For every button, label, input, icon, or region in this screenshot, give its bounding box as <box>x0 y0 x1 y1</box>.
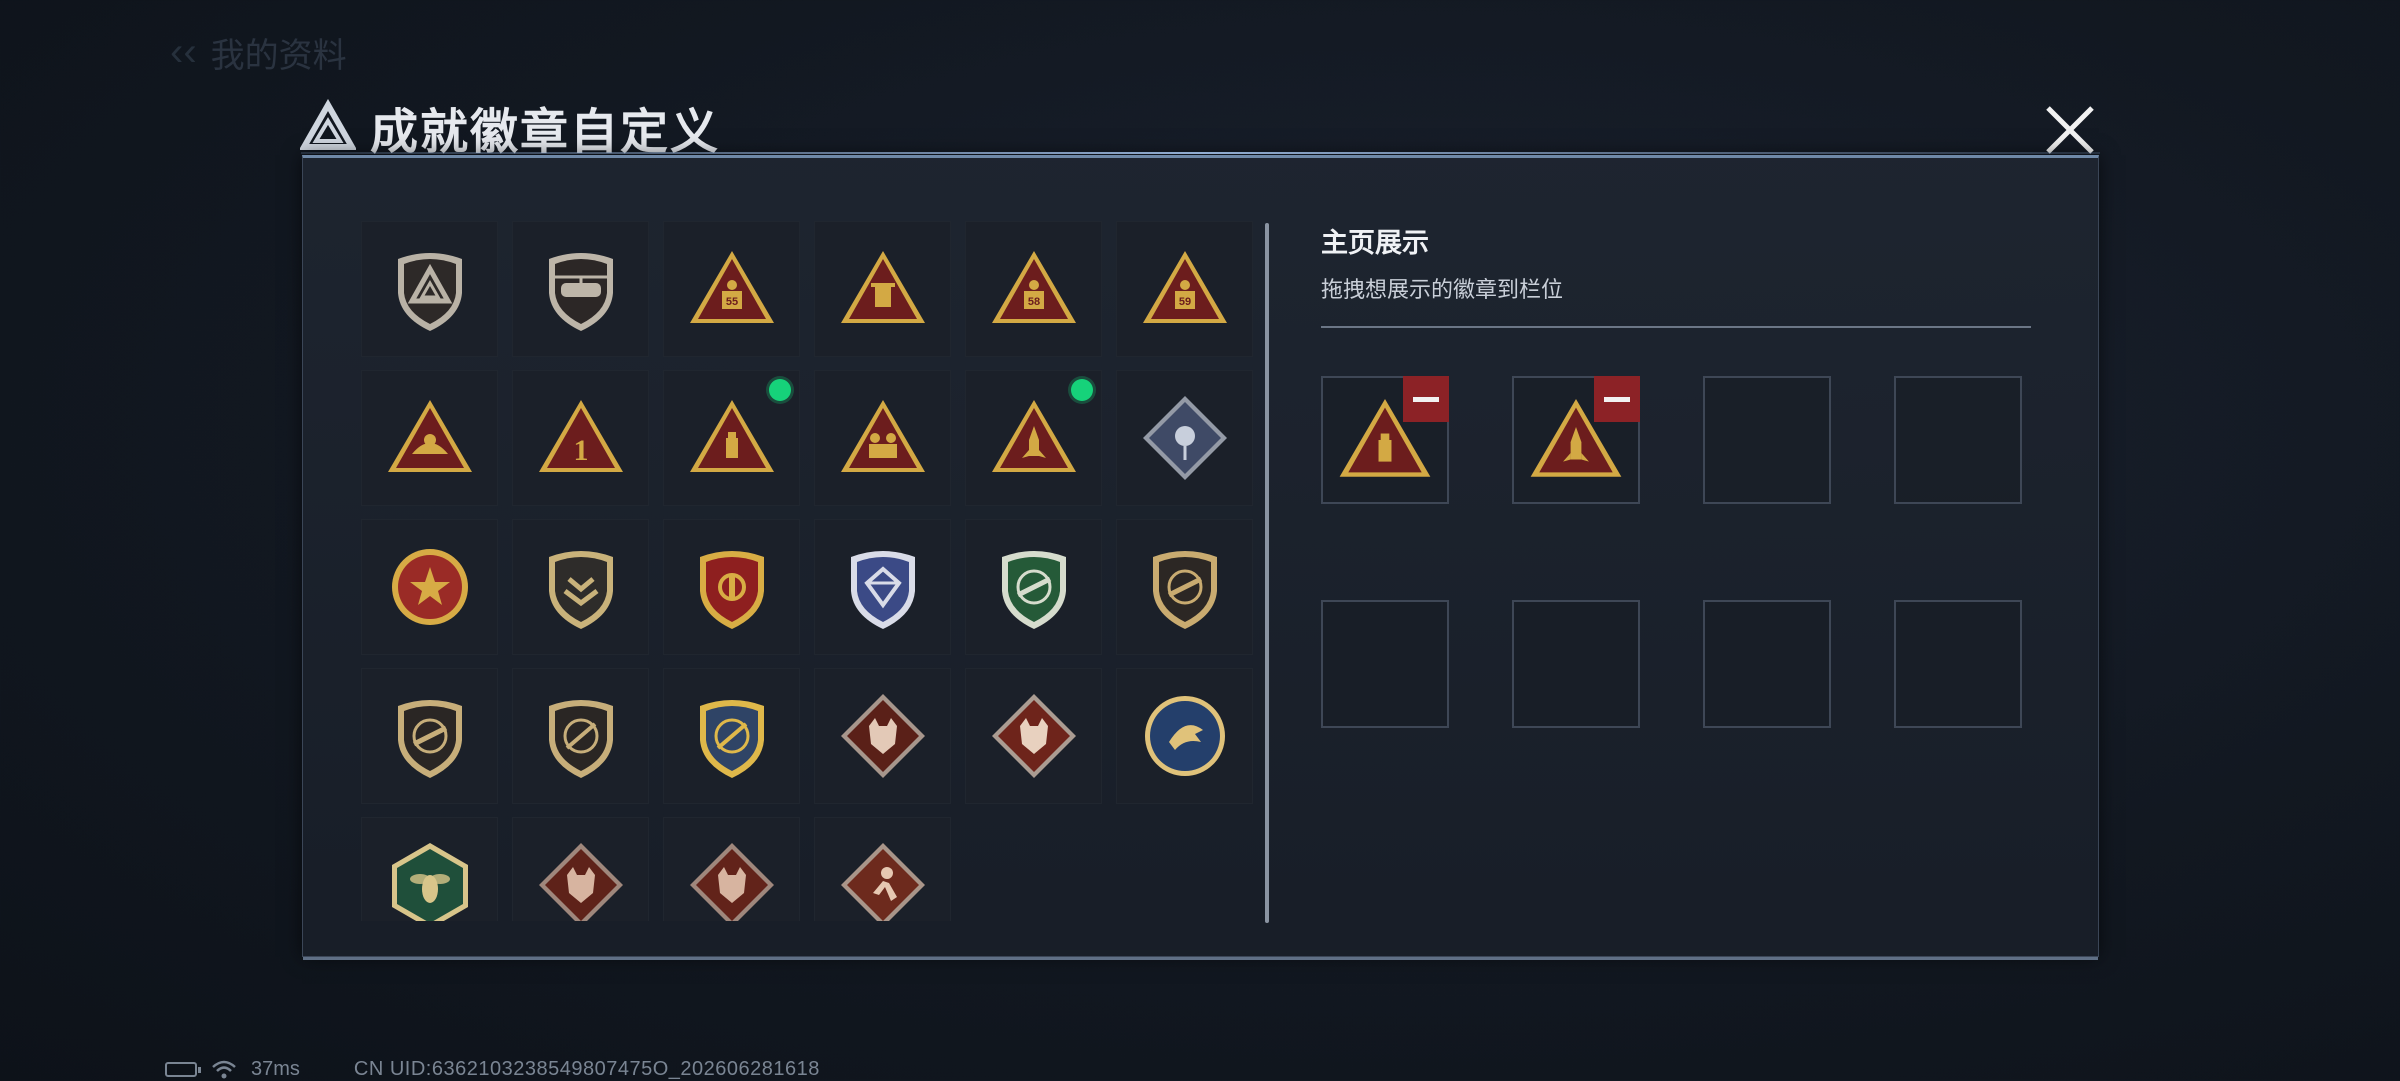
badge-diamond-wolf2[interactable] <box>965 668 1102 804</box>
close-icon[interactable] <box>2040 100 2100 160</box>
badge-shield-chevron[interactable] <box>512 519 649 655</box>
badge-tri-rocket[interactable] <box>965 370 1102 506</box>
shield-diamond-badge-icon <box>850 551 915 629</box>
showcase-slot-4[interactable] <box>1894 376 2022 504</box>
badge-shield-green-gun[interactable] <box>965 519 1102 655</box>
svg-text:59: 59 <box>1178 296 1190 308</box>
new-indicator-dot <box>769 379 791 401</box>
badge-shield-brown-gun[interactable] <box>1116 519 1253 655</box>
user-uid: CN UID:6362103238549807475O_202606281618 <box>353 1058 820 1080</box>
diamond-rose-badge-icon <box>1142 396 1227 480</box>
badge-diamond-dragon1[interactable] <box>512 817 649 921</box>
star-red-badge-icon <box>391 549 468 625</box>
tri-hourglass-badge-icon <box>840 251 925 323</box>
showcase-slot-3[interactable] <box>1703 376 1831 504</box>
badge-tri-usb[interactable] <box>663 370 800 506</box>
tri-rocket-badge-icon <box>991 400 1076 472</box>
shield-stars-red-badge-icon <box>699 551 764 629</box>
tri-usb-badge-icon <box>689 400 774 472</box>
badge-circle-eagle[interactable] <box>1116 668 1253 804</box>
badge-diamond-wolf1[interactable] <box>814 668 951 804</box>
new-indicator-dot <box>1071 379 1093 401</box>
badge-diamond-rose[interactable] <box>1116 370 1253 506</box>
showcase-slot-8[interactable] <box>1894 600 2022 728</box>
badge-shield-stars-red[interactable] <box>663 519 800 655</box>
shield-dark-gun1-badge-icon <box>397 700 462 778</box>
minus-icon <box>1413 396 1439 402</box>
showcase-slot-2[interactable] <box>1512 376 1640 504</box>
showcase-subtitle: 拖拽想展示的徽章到栏位 <box>1321 277 1564 302</box>
badge-shield-blue-gold[interactable] <box>663 668 800 804</box>
badge-shield-heli[interactable] <box>512 221 649 357</box>
tri-soldiers-badge-icon <box>840 400 925 472</box>
diamond-wolf2-badge-icon <box>991 694 1076 778</box>
diamond-wolf1-badge-icon <box>840 694 925 778</box>
svg-text:1: 1 <box>573 434 588 467</box>
badge-shield-dark-gun2[interactable] <box>512 668 649 804</box>
shield-chevron-badge-icon <box>548 551 613 629</box>
badge-grid: 55 58 59 1 <box>361 221 1253 921</box>
shield-green-gun-badge-icon <box>1001 551 1066 629</box>
showcase-divider <box>1321 326 2031 328</box>
tri-58-badge-icon: 58 <box>991 251 1076 323</box>
badge-tri-hand[interactable] <box>361 370 498 506</box>
showcase-slot-5[interactable] <box>1321 600 1449 728</box>
badge-tri-55[interactable]: 55 <box>663 221 800 357</box>
background-header-text: 我的资料 <box>210 37 347 75</box>
badge-shield-dark-gun1[interactable] <box>361 668 498 804</box>
showcase-title: 主页展示 <box>1321 228 1429 258</box>
diamond-dragon1-badge-icon <box>538 843 623 921</box>
ping-value: 37ms <box>251 1058 300 1080</box>
badge-hex-hornet[interactable] <box>361 817 498 921</box>
showcase-slot-6[interactable] <box>1512 600 1640 728</box>
svg-text:55: 55 <box>725 296 737 308</box>
remove-badge-button[interactable] <box>1594 376 1640 422</box>
grid-scrollbar[interactable] <box>1265 223 1269 923</box>
badge-customize-panel: 55 58 59 1 主页展示 拖拽想展示的徽章到栏位 <box>301 152 2100 960</box>
tri-one-badge-icon: 1 <box>538 400 623 472</box>
badge-shield-diamond[interactable] <box>814 519 951 655</box>
delta-logo-icon <box>300 99 356 150</box>
tri-59-badge-icon: 59 <box>1142 251 1227 323</box>
hex-hornet-badge-icon <box>391 843 468 921</box>
showcase-slots <box>1321 376 2031 728</box>
badge-diamond-dragon2[interactable] <box>663 817 800 921</box>
diamond-runner-badge-icon <box>840 843 925 921</box>
badge-tri-one[interactable]: 1 <box>512 370 649 506</box>
shield-heli-badge-icon <box>548 253 613 331</box>
badge-tri-59[interactable]: 59 <box>1116 221 1253 357</box>
tri-55-badge-icon: 55 <box>689 251 774 323</box>
wifi-icon <box>212 1060 236 1078</box>
diamond-dragon2-badge-icon <box>689 843 774 921</box>
back-arrow-icon: ‹‹ <box>170 30 197 74</box>
minus-icon <box>1604 396 1630 402</box>
status-bar: 37ms CN UID:6362103238549807475O_2026062… <box>165 1058 820 1081</box>
circle-eagle-badge-icon <box>1144 696 1225 776</box>
shield-brown-gun-badge-icon <box>1152 551 1217 629</box>
badge-tri-hourglass[interactable] <box>814 221 951 357</box>
panel-bottom-border <box>303 957 2098 960</box>
showcase-slot-1[interactable] <box>1321 376 1449 504</box>
shield-delta-badge-icon <box>397 253 462 331</box>
remove-badge-button[interactable] <box>1403 376 1449 422</box>
badge-tri-58[interactable]: 58 <box>965 221 1102 357</box>
showcase-slot-7[interactable] <box>1703 600 1831 728</box>
badge-tri-soldiers[interactable] <box>814 370 951 506</box>
badge-star-red[interactable] <box>361 519 498 655</box>
battery-icon <box>165 1062 201 1077</box>
background-header: ‹‹ 我的资料 <box>170 28 347 77</box>
svg-text:58: 58 <box>1027 296 1039 308</box>
badge-shield-delta[interactable] <box>361 221 498 357</box>
tri-hand-badge-icon <box>387 400 472 472</box>
badge-diamond-runner[interactable] <box>814 817 951 921</box>
showcase-section: 主页展示 拖拽想展示的徽章到栏位 <box>1321 221 2031 728</box>
shield-dark-gun2-badge-icon <box>548 700 613 778</box>
shield-blue-gold-badge-icon <box>699 700 764 778</box>
